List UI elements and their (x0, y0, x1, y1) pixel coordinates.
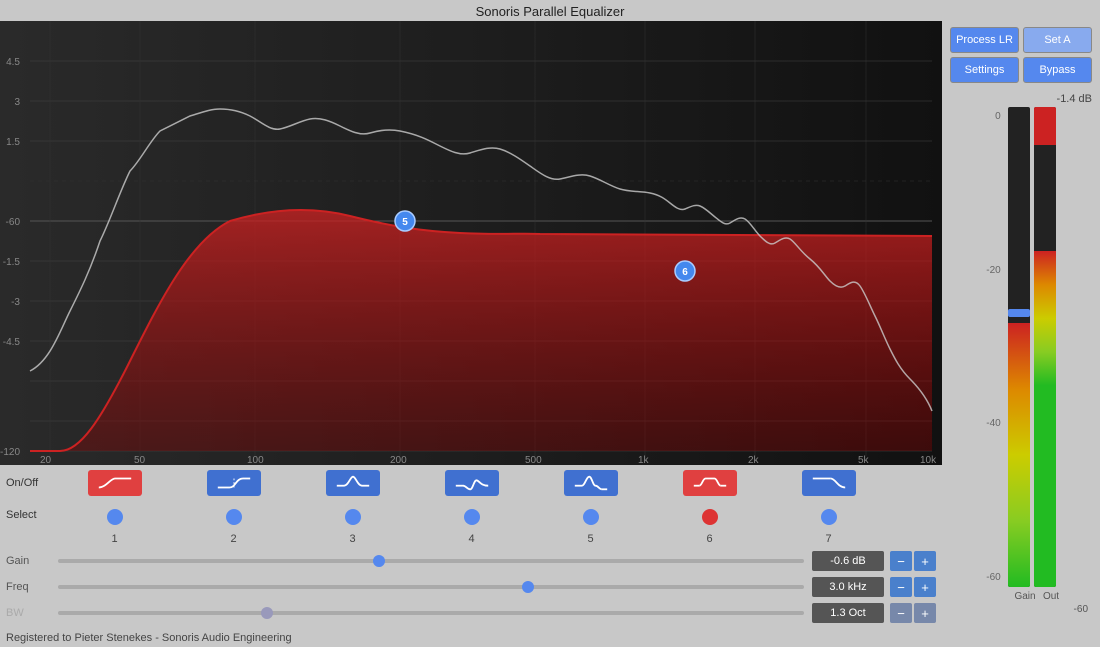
svg-text:1k: 1k (638, 455, 650, 465)
band-5-dot[interactable] (583, 509, 599, 525)
svg-text:3: 3 (14, 97, 20, 108)
vu-bottom-db: -60 (950, 604, 1092, 615)
gain-thumb[interactable] (373, 555, 385, 567)
svg-text:100: 100 (247, 455, 264, 465)
band-7-dot[interactable] (821, 509, 837, 525)
gain-value: -0.6 dB (812, 551, 884, 571)
band-5-btn[interactable] (564, 470, 618, 496)
vu-scale-40: -40 (986, 418, 1000, 429)
gain-row: Gain -0.6 dB − + (6, 549, 936, 573)
bw-slider[interactable] (58, 611, 804, 615)
vu-scale-0: 0 (986, 111, 1000, 122)
svg-text:500: 500 (525, 455, 542, 465)
band-5-number: 5 (587, 533, 593, 545)
band-4-onoff[interactable] (412, 470, 531, 496)
svg-text:-1.5: -1.5 (3, 257, 21, 268)
svg-text:6: 6 (682, 267, 688, 278)
freq-value: 3.0 kHz (812, 577, 884, 597)
window-title: Sonoris Parallel Equalizer (0, 0, 1100, 21)
band-6-dot[interactable] (702, 509, 718, 525)
bw-label: BW (6, 607, 58, 619)
svg-text:5k: 5k (858, 455, 870, 465)
gain-minus-btn[interactable]: − (890, 551, 912, 571)
settings-btn[interactable]: Settings (950, 57, 1019, 83)
bypass-btn[interactable]: Bypass (1023, 57, 1092, 83)
svg-text:200: 200 (390, 455, 407, 465)
gain-plus-btn[interactable]: + (914, 551, 936, 571)
bw-row: BW 1.3 Oct − + (6, 601, 936, 625)
svg-text:1.5: 1.5 (6, 137, 20, 148)
right-panel: Process LR Set A Settings Bypass -1.4 dB… (942, 21, 1100, 647)
band-2-select[interactable] (174, 506, 293, 525)
band-2-number: 2 (230, 533, 236, 545)
svg-text:-4.5: -4.5 (3, 337, 21, 348)
bw-thumb[interactable] (261, 607, 273, 619)
band-1-select[interactable] (55, 506, 174, 525)
freq-minus-btn[interactable]: − (890, 577, 912, 597)
bw-value: 1.3 Oct (812, 603, 884, 623)
band-2-onoff[interactable] (174, 470, 293, 496)
svg-text:5: 5 (402, 217, 408, 228)
process-lr-btn[interactable]: Process LR (950, 27, 1019, 53)
band-2-btn[interactable] (207, 470, 261, 496)
band-controls: On/Off (0, 465, 942, 547)
svg-text:2k: 2k (748, 455, 760, 465)
band-3-select[interactable] (293, 506, 412, 525)
band-4-number: 4 (468, 533, 474, 545)
svg-text:-60: -60 (6, 217, 21, 228)
band-1-btn[interactable] (88, 470, 142, 496)
band-6-btn[interactable] (683, 470, 737, 496)
set-a-btn[interactable]: Set A (1023, 27, 1092, 53)
band-3-onoff[interactable] (293, 470, 412, 496)
band-1-dot[interactable] (107, 509, 123, 525)
vu-scale-60: -60 (986, 572, 1000, 583)
band-5-onoff[interactable] (531, 470, 650, 496)
vu-db-label: -1.4 dB (950, 93, 1092, 105)
freq-label: Freq (6, 581, 58, 593)
band-7-number: 7 (825, 533, 831, 545)
svg-text:20: 20 (40, 455, 52, 465)
gain-label: Gain (6, 555, 58, 567)
band-1-number: 1 (111, 533, 117, 545)
onoff-label: On/Off (0, 477, 55, 489)
svg-text:50: 50 (134, 455, 146, 465)
band-3-number: 3 (349, 533, 355, 545)
band-6-onoff[interactable] (650, 470, 769, 496)
band-7-onoff[interactable] (769, 470, 888, 496)
band-1-onoff[interactable] (55, 470, 174, 496)
band-4-dot[interactable] (464, 509, 480, 525)
band-3-dot[interactable] (345, 509, 361, 525)
gain-meter-thumb[interactable] (1008, 309, 1030, 317)
band-7-btn[interactable] (802, 470, 856, 496)
vu-out-label: Out (1040, 591, 1062, 602)
freq-thumb[interactable] (522, 581, 534, 593)
eq-display: 4.5 3 1.5 -60 -1.5 -3 -4.5 -120 20 50 10… (0, 21, 942, 465)
svg-text:-120: -120 (0, 447, 20, 458)
onoff-buttons (55, 470, 888, 496)
freq-row: Freq 3.0 kHz − + (6, 575, 936, 599)
band-6-select[interactable] (650, 506, 769, 525)
svg-text:10k: 10k (920, 455, 937, 465)
freq-plus-btn[interactable]: + (914, 577, 936, 597)
svg-text:4.5: 4.5 (6, 57, 20, 68)
band-6-number: 6 (706, 533, 712, 545)
vu-scale-20: -20 (986, 265, 1000, 276)
gain-slider[interactable] (58, 559, 804, 563)
band-2-dot[interactable] (226, 509, 242, 525)
svg-text:-3: -3 (11, 297, 20, 308)
band-7-select[interactable] (769, 506, 888, 525)
vu-gain-label: Gain (1014, 591, 1036, 602)
freq-slider[interactable] (58, 585, 804, 589)
select-label: Select (0, 509, 55, 521)
band-4-select[interactable] (412, 506, 531, 525)
band-3-btn[interactable] (326, 470, 380, 496)
footer-text: Registered to Pieter Stenekes - Sonoris … (6, 632, 292, 644)
bw-minus-btn[interactable]: − (890, 603, 912, 623)
vu-area: -1.4 dB 0 -20 -40 -60 (950, 93, 1092, 641)
bw-plus-btn[interactable]: + (914, 603, 936, 623)
band-4-btn[interactable] (445, 470, 499, 496)
band-5-select[interactable] (531, 506, 650, 525)
